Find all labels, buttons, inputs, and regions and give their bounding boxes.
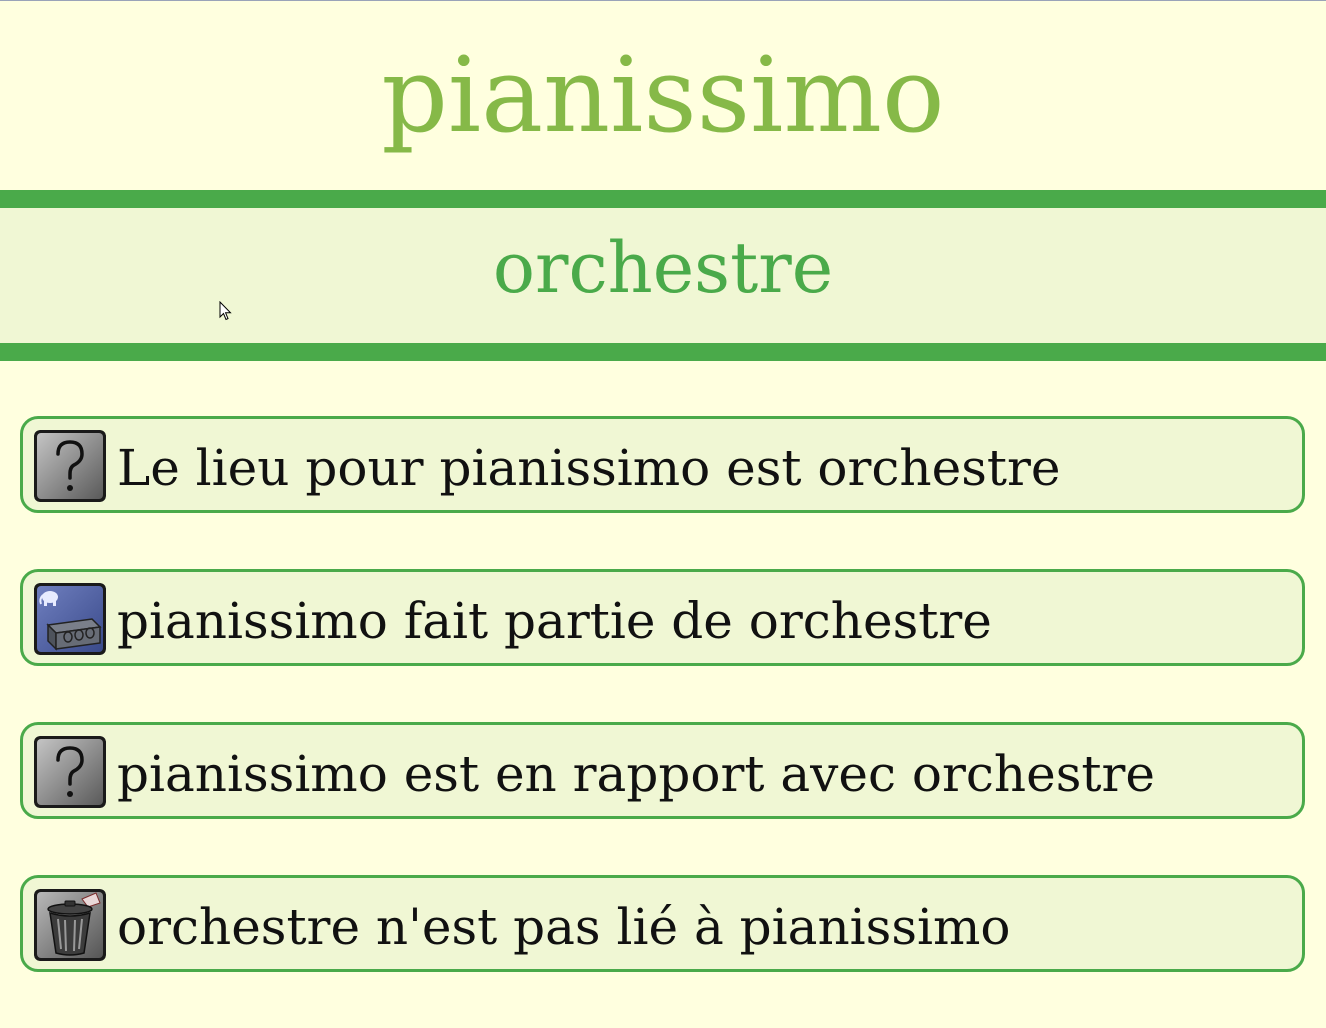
trash-can-icon bbox=[34, 889, 106, 961]
item-label: pianissimo fait partie de orchestre bbox=[117, 592, 992, 650]
page-title: pianissimo bbox=[381, 34, 945, 156]
question-mark-icon bbox=[34, 736, 106, 808]
item-label: Le lieu pour pianissimo est orchestre bbox=[117, 439, 1061, 497]
list-item[interactable]: pianissimo est en rapport avec orchestre bbox=[20, 722, 1305, 819]
item-label: pianissimo est en rapport avec orchestre bbox=[117, 745, 1155, 803]
subtitle[interactable]: orchestre bbox=[0, 218, 1326, 318]
list-item[interactable]: orchestre n'est pas lié à pianissimo bbox=[20, 875, 1305, 972]
top-divider bbox=[0, 0, 1326, 1]
item-label: orchestre n'est pas lié à pianissimo bbox=[117, 898, 1011, 956]
list-item[interactable]: pianissimo fait partie de orchestre bbox=[20, 569, 1305, 666]
list-item[interactable]: Le lieu pour pianissimo est orchestre bbox=[20, 416, 1305, 513]
subtitle-band: orchestre bbox=[0, 190, 1326, 361]
lego-brick-elephant-icon bbox=[34, 583, 106, 655]
question-mark-icon bbox=[34, 430, 106, 502]
mouse-pointer-icon bbox=[219, 301, 232, 321]
